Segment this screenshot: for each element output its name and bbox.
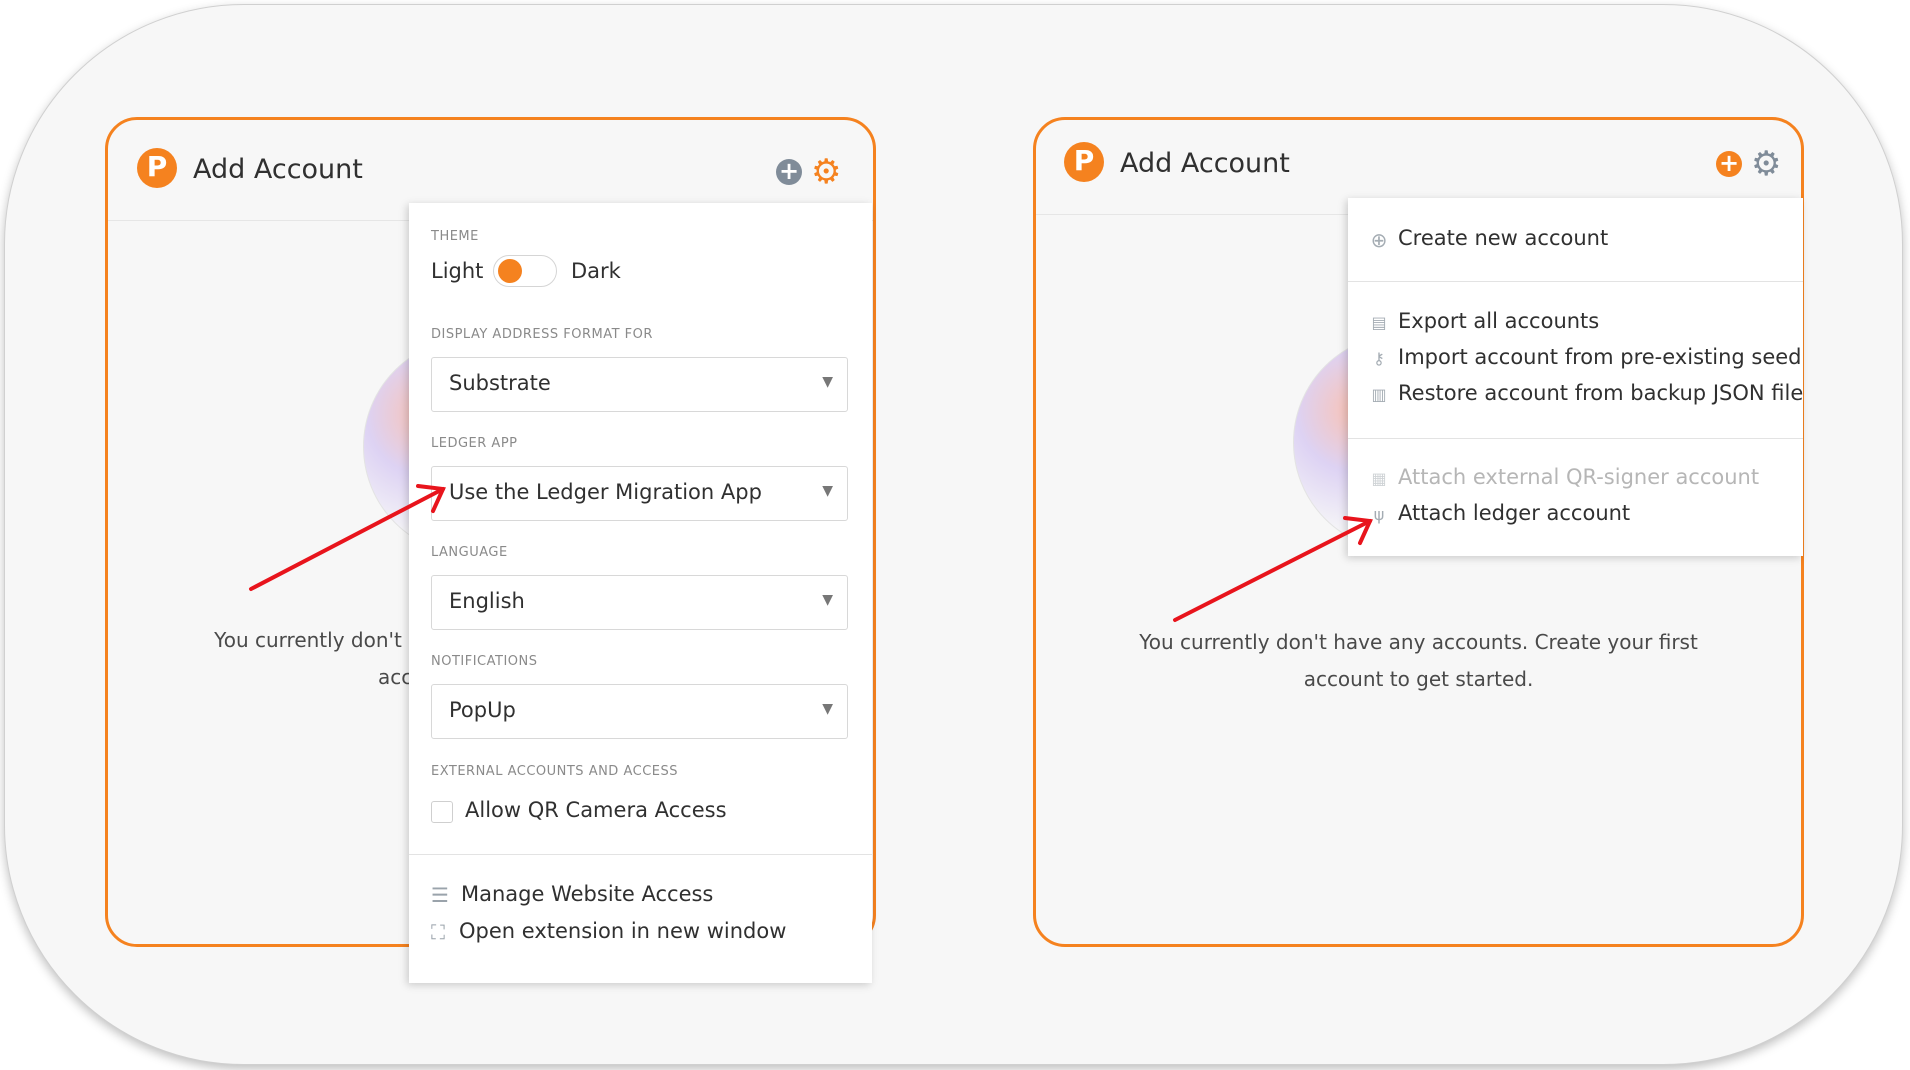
language-select[interactable]: English ▼: [431, 575, 848, 630]
empty-state-line-2: account to get started.: [1303, 667, 1534, 691]
attach-ledger-item[interactable]: Attach ledger account: [1398, 501, 1630, 525]
empty-state-line-1: You currently don't have any accounts. C…: [1139, 630, 1698, 654]
theme-toggle[interactable]: [493, 255, 557, 287]
add-account-button[interactable]: +: [776, 159, 802, 185]
page-title: Add Account: [1120, 148, 1290, 179]
account-menu-dropdown: ⊕ Create new account ▤ Export all accoun…: [1348, 198, 1803, 556]
chevron-down-icon: ▼: [822, 483, 833, 499]
file-export-icon: ▤: [1371, 313, 1387, 332]
settings-dropdown: THEME Light Dark DISPLAY ADDRESS FORMAT …: [409, 203, 872, 983]
plus-circle-icon: ⊕: [1370, 228, 1388, 252]
attach-qr-signer-item[interactable]: Attach external QR-signer account: [1398, 465, 1759, 489]
polkadot-logo-icon: P: [1064, 142, 1104, 182]
address-format-label: DISPLAY ADDRESS FORMAT FOR: [431, 327, 653, 342]
theme-dark-label: Dark: [571, 259, 621, 283]
toggle-knob: [498, 259, 522, 283]
address-format-value: Substrate: [449, 371, 551, 395]
chevron-down-icon: ▼: [822, 592, 833, 608]
settings-gear-icon[interactable]: ⚙: [1751, 147, 1781, 181]
page-title: Add Account: [193, 154, 363, 185]
create-new-account-item[interactable]: Create new account: [1398, 226, 1608, 250]
add-account-button[interactable]: +: [1716, 151, 1742, 177]
divider: [1348, 281, 1803, 282]
divider: [409, 854, 872, 855]
polkadot-logo-icon: P: [137, 148, 177, 188]
chevron-down-icon: ▼: [822, 701, 833, 717]
notifications-select[interactable]: PopUp ▼: [431, 684, 848, 739]
file-upload-icon: ▥: [1371, 385, 1387, 404]
notifications-value: PopUp: [449, 698, 516, 722]
language-label: LANGUAGE: [431, 545, 508, 560]
qr-camera-label[interactable]: Allow QR Camera Access: [465, 798, 727, 822]
external-accounts-label: EXTERNAL ACCOUNTS AND ACCESS: [431, 764, 678, 779]
language-value: English: [449, 589, 525, 613]
import-seed-item[interactable]: Import account from pre-existing seed: [1398, 345, 1802, 369]
theme-light-label: Light: [431, 259, 484, 283]
notifications-label: NOTIFICATIONS: [431, 654, 538, 669]
ledger-app-label: LEDGER APP: [431, 436, 518, 451]
key-icon: ⚷: [1373, 349, 1385, 368]
theme-section-label: THEME: [431, 229, 479, 244]
manage-website-access-link[interactable]: Manage Website Access: [461, 882, 713, 906]
ledger-app-select[interactable]: Use the Ledger Migration App ▼: [431, 466, 848, 521]
chevron-down-icon: ▼: [822, 374, 833, 390]
list-check-icon: ☰: [431, 883, 449, 907]
restore-json-item[interactable]: Restore account from backup JSON file: [1398, 381, 1803, 405]
ledger-app-value: Use the Ledger Migration App: [449, 480, 762, 504]
qr-code-icon: ▦: [1371, 469, 1387, 488]
qr-camera-checkbox[interactable]: [431, 801, 453, 823]
open-new-window-link[interactable]: Open extension in new window: [459, 919, 786, 943]
usb-icon: ψ: [1373, 505, 1385, 524]
expand-icon: ⛶: [431, 920, 445, 944]
divider: [1348, 438, 1803, 439]
address-format-select[interactable]: Substrate ▼: [431, 357, 848, 412]
settings-gear-icon[interactable]: ⚙: [811, 155, 841, 189]
export-all-accounts-item[interactable]: Export all accounts: [1398, 309, 1599, 333]
